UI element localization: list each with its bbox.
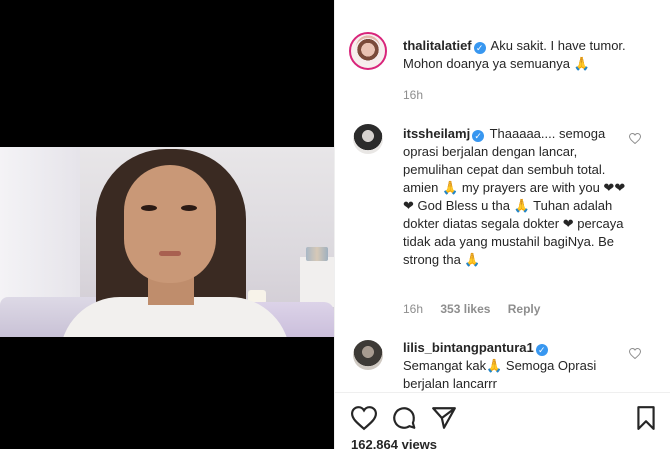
- video-person-face: [124, 165, 216, 283]
- comment-like-heart-icon[interactable]: [629, 133, 641, 144]
- reply-button[interactable]: Reply: [508, 302, 541, 316]
- verified-badge-icon: ✓: [472, 130, 485, 142]
- video-person-eye: [141, 205, 157, 211]
- video-person-mouth: [159, 251, 181, 256]
- video-frame[interactable]: [0, 147, 334, 337]
- verified-badge-icon: ✓: [535, 344, 548, 356]
- comment-username[interactable]: lilis_bintangpantura1: [403, 340, 534, 355]
- view-count[interactable]: 162,864 views: [351, 437, 437, 449]
- owner-avatar[interactable]: [349, 32, 387, 70]
- comment-text: Thaaaaa.... semoga oprasi berjalan denga…: [403, 126, 626, 267]
- comment: lilis_bintangpantura1 ✓ Semangat kak🙏 Sem…: [403, 339, 627, 392]
- comment-text: Semangat kak🙏 Semoga Oprasi berjalan lan…: [403, 358, 597, 391]
- comments-list[interactable]: thalitalatief ✓ Aku sakit. I have tumor. …: [335, 0, 670, 392]
- post-details-panel: thalitalatief ✓ Aku sakit. I have tumor. …: [334, 0, 670, 449]
- owner-avatar-image: [355, 38, 381, 64]
- caption: thalitalatief ✓ Aku sakit. I have tumor. …: [403, 37, 627, 73]
- paper-plane-icon[interactable]: [431, 405, 457, 431]
- comment: itssheilamj ✓ Thaaaaa.... semoga oprasi b…: [403, 125, 627, 269]
- heart-icon[interactable]: [351, 405, 377, 431]
- comment-bubble-icon[interactable]: [391, 405, 417, 431]
- verified-badge-icon: ✓: [473, 42, 486, 54]
- comment-timestamp[interactable]: 16h: [403, 302, 423, 316]
- bookmark-icon[interactable]: [633, 405, 659, 431]
- comment-meta: 16h 353 likes Reply: [403, 302, 554, 316]
- video-background-shelf: [300, 257, 334, 307]
- post-actions-bar: 162,864 views: [335, 392, 670, 449]
- commenter-avatar[interactable]: [353, 124, 383, 154]
- comment-likes-count[interactable]: 353 likes: [440, 302, 490, 316]
- video-person-eye: [181, 205, 197, 211]
- owner-username[interactable]: thalitalatief: [403, 38, 472, 53]
- caption-timestamp[interactable]: 16h: [403, 88, 423, 102]
- commenter-avatar[interactable]: [353, 340, 383, 370]
- caption-meta: 16h: [403, 88, 437, 102]
- comment-like-heart-icon[interactable]: [629, 348, 641, 359]
- comment-username[interactable]: itssheilamj: [403, 126, 470, 141]
- video-background-books: [306, 247, 328, 261]
- video-player[interactable]: [0, 0, 334, 449]
